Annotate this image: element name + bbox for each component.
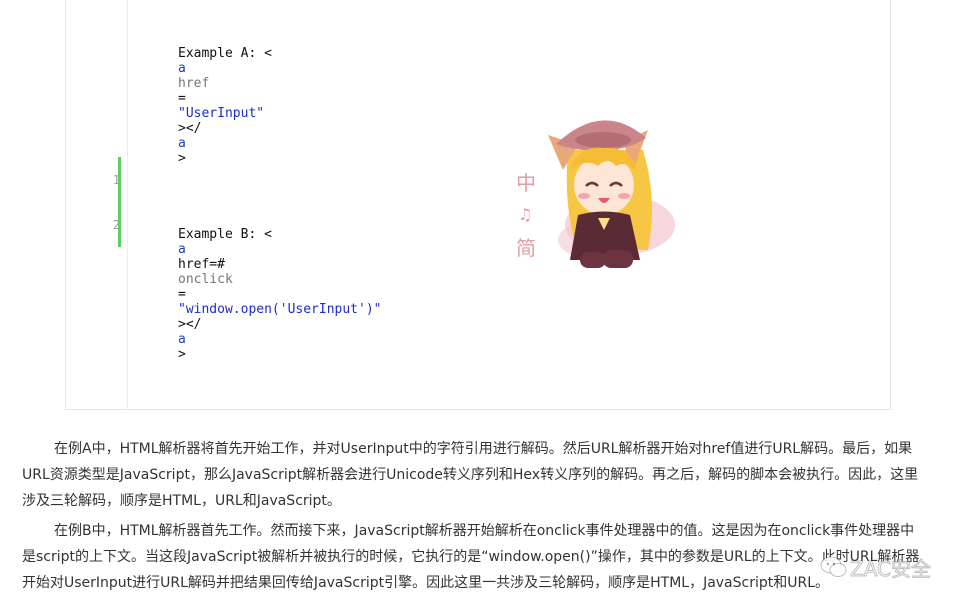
code-example-a-close-tag: a [178, 136, 186, 151]
code-example-a-tag: a [178, 61, 186, 76]
code-example-b-prefix: Example B: < [178, 227, 272, 242]
code-block: 1 2 Example A: < a href = "UserInput" ><… [65, 0, 891, 410]
code-example-a-close-open: ></ [178, 121, 202, 136]
code-example-b-attr: onclick [178, 272, 233, 287]
watermark-text: ZAC安全 [850, 557, 932, 582]
code-example-a-prefix: Example A: < [178, 46, 272, 61]
anime-sticker-svg: 中 ♫ 简 [516, 120, 675, 268]
sticker-text: 中 [516, 171, 536, 195]
code-example-a-close-end: > [178, 151, 186, 166]
code-example-b-close-open: ></ [178, 317, 202, 332]
code-example-a-value: "UserInput" [178, 106, 265, 121]
svg-text:简: 简 [516, 236, 536, 260]
code-example-b-value: "window.open('UserInput')" [178, 302, 382, 317]
code-example-b-tag: a [178, 242, 186, 257]
code-example-b-href: href=# [178, 257, 225, 272]
code-example-a-attr: href [178, 76, 210, 91]
article-body: 在例A中，HTML解析器将首先开始工作，并对UserInput中的字符引用进行解… [22, 436, 922, 600]
code-example-b: Example B: < a href=# onclick = "window.… [178, 227, 382, 362]
paragraph-example-a: 在例A中，HTML解析器将首先开始工作，并对UserInput中的字符引用进行解… [22, 441, 919, 509]
code-example-b-close-tag: a [178, 332, 186, 347]
code-example-b-close-end: > [178, 347, 186, 362]
code-example-a: Example A: < a href = "UserInput" ></ a … [178, 46, 272, 166]
code-example-b-eq: = [178, 287, 186, 302]
watermark: ZAC安全 [820, 552, 950, 582]
anime-sticker-image: 中 ♫ 简 [508, 100, 680, 280]
wechat-icon [820, 556, 847, 577]
line-highlight-marker [118, 157, 121, 247]
code-example-a-eq: = [178, 91, 186, 106]
paragraph-example-b: 在例B中，HTML解析器首先工作。然而接下来，JavaScript解析器开始解析… [22, 523, 920, 591]
svg-text:♫: ♫ [518, 205, 532, 224]
